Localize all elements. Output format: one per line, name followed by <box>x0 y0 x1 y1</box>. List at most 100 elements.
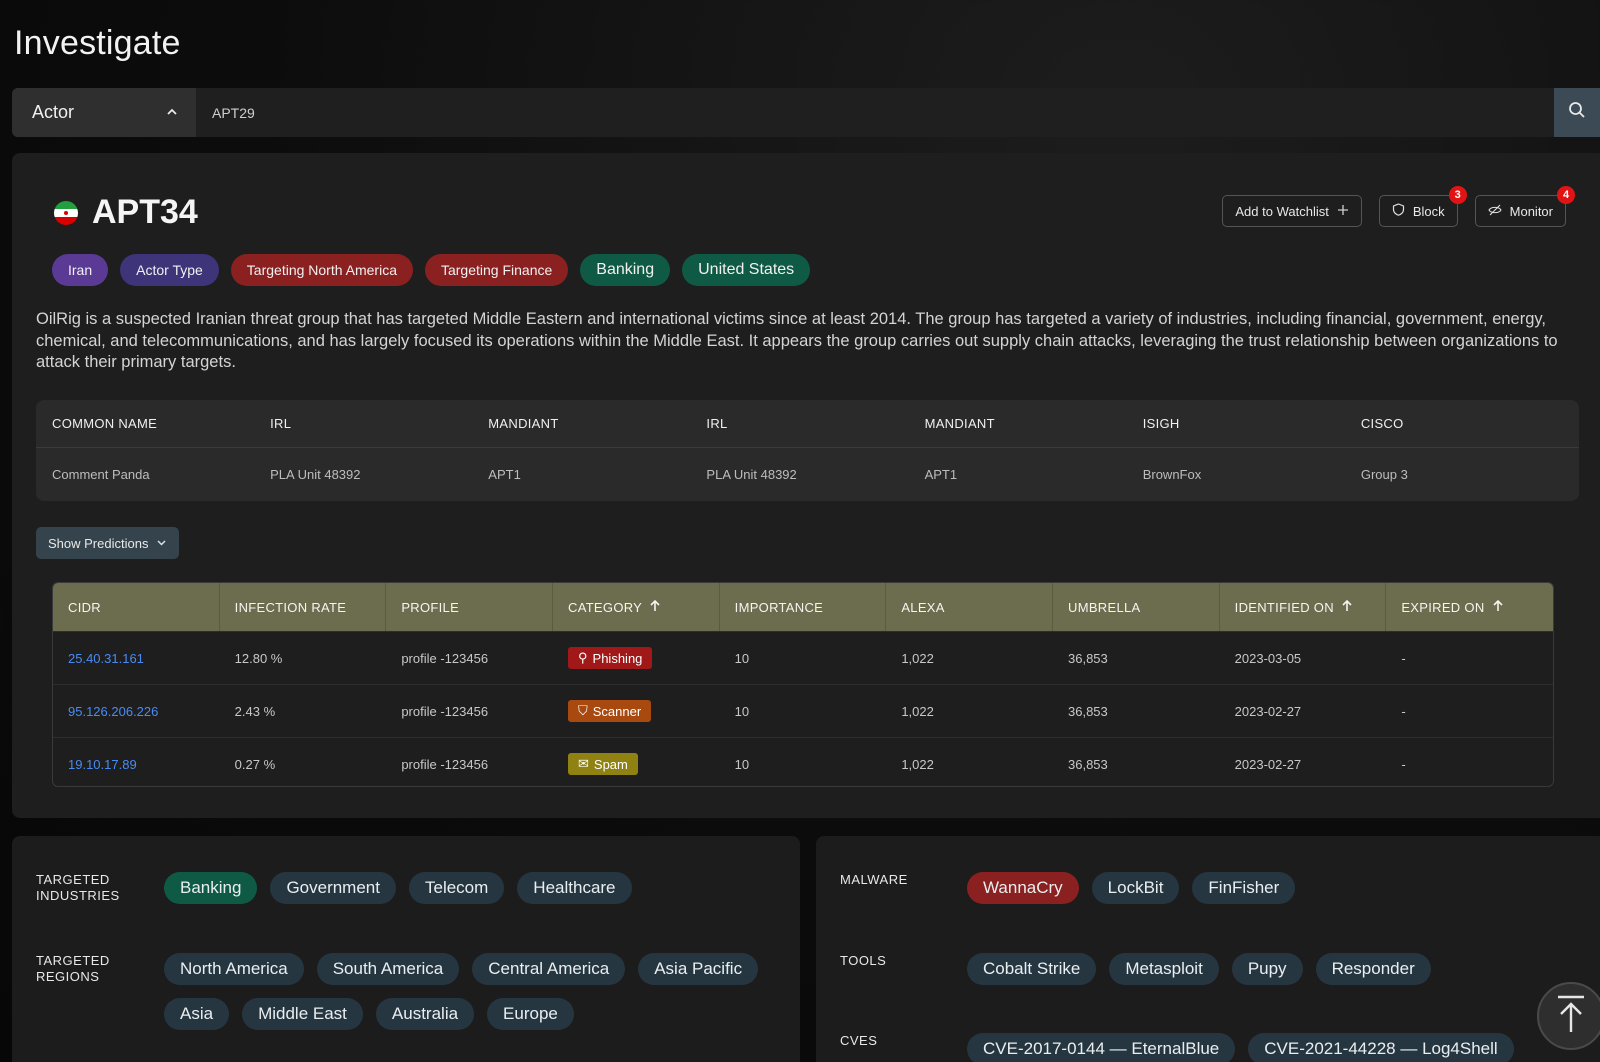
malware-pill[interactable]: LockBit <box>1091 872 1180 904</box>
actor-header: APT34 <box>54 193 198 232</box>
shield-icon <box>1392 203 1405 219</box>
tag-targeting-region[interactable]: Targeting North America <box>230 254 413 286</box>
targets-panel: TARGETED INDUSTRIES Banking Government T… <box>12 836 800 1062</box>
industry-pill[interactable]: Healthcare <box>517 872 632 904</box>
alias-value: APT1 <box>488 466 521 482</box>
malware-pill[interactable]: FinFisher <box>1192 872 1296 904</box>
industry-pill[interactable]: Telecom <box>408 872 505 904</box>
hook-icon: ⚲ <box>578 650 588 665</box>
expired-on-cell: - <box>1401 650 1406 666</box>
table-row[interactable]: 25.40.31.161 12.80 % profile -123456 ⚲ P… <box>53 631 1553 684</box>
actor-actions: Add to Watchlist Block 3 Monitor 4 <box>1222 186 1575 227</box>
aliases-table: COMMON NAME IRL MANDIANT IRL MANDIANT IS… <box>36 400 1579 501</box>
show-predictions-label: Show Predictions <box>48 535 149 551</box>
column-header-category[interactable]: CATEGORY <box>553 583 720 631</box>
alias-header: COMMON NAME <box>52 416 158 431</box>
page-title: Investigate <box>14 24 181 62</box>
column-header-alexa[interactable]: ALEXA <box>886 583 1053 631</box>
cve-pill[interactable]: CVE-2017-0144 — EternalBlue <box>967 1033 1236 1062</box>
alias-header: MANDIANT <box>488 416 559 431</box>
expired-on-cell: - <box>1401 756 1406 772</box>
tool-pill[interactable]: Metasploit <box>1109 953 1219 985</box>
alias-header: IRL <box>706 416 728 431</box>
importance-cell: 10 <box>734 703 750 719</box>
monitor-button[interactable]: Monitor 4 <box>1474 186 1575 227</box>
iran-flag-icon <box>54 200 78 225</box>
infection-rate-cell: 0.27 % <box>234 756 276 772</box>
identified-on-cell: 2023-02-27 <box>1234 703 1302 719</box>
tag-actor-type[interactable]: Actor Type <box>120 254 219 286</box>
sort-arrow-up-icon <box>650 599 660 615</box>
region-pill[interactable]: Australia <box>375 998 475 1030</box>
shield-icon: ⛉ <box>578 703 588 718</box>
targeted-regions-list: North America South America Central Amer… <box>164 953 784 1030</box>
search-button[interactable] <box>1554 88 1600 137</box>
column-header-umbrella[interactable]: UMBRELLA <box>1053 583 1220 631</box>
region-pill[interactable]: Central America <box>472 953 626 985</box>
add-to-watchlist-button[interactable]: Add to Watchlist <box>1222 195 1362 227</box>
category-badge-spam: ✉ Spam <box>568 753 638 775</box>
column-header-importance[interactable]: IMPORTANCE <box>720 583 887 631</box>
search-type-label: Actor <box>32 102 75 122</box>
cidr-link[interactable]: 25.40.31.161 <box>53 651 220 666</box>
profile-cell: profile -123456 <box>401 650 489 666</box>
block-count-badge: 3 <box>1448 186 1467 204</box>
tag-targeting-sector[interactable]: Targeting Finance <box>424 254 569 286</box>
column-header-infection-rate[interactable]: INFECTION RATE <box>220 583 387 631</box>
search-input[interactable] <box>196 88 1554 137</box>
region-pill[interactable]: North America <box>164 953 304 985</box>
column-header-identified-on[interactable]: IDENTIFIED ON <box>1220 583 1387 631</box>
region-pill[interactable]: Asia Pacific <box>638 953 759 985</box>
chevron-up-icon <box>166 102 178 123</box>
expired-on-cell: - <box>1401 703 1406 719</box>
block-button[interactable]: Block 3 <box>1378 186 1467 227</box>
category-badge-phishing: ⚲ Phishing <box>568 647 653 669</box>
table-row[interactable]: 95.126.206.226 2.43 % profile -123456 ⛉ … <box>53 684 1553 737</box>
category-cell: ⚲ Phishing <box>553 647 720 669</box>
malware-list: WannaCry LockBit FinFisher <box>967 872 1587 904</box>
region-pill[interactable]: Asia <box>164 998 230 1030</box>
actor-tags: Iran Actor Type Targeting North America … <box>52 254 811 286</box>
scroll-to-top-button[interactable] <box>1537 982 1600 1050</box>
mail-icon: ✉ <box>578 756 589 771</box>
alexa-cell: 1,022 <box>901 756 934 772</box>
column-header-expired-on[interactable]: EXPIRED ON <box>1386 583 1553 631</box>
arrow-up-to-top-icon <box>1555 994 1587 1039</box>
tag-country[interactable]: Iran <box>52 254 109 286</box>
cve-pill[interactable]: CVE-2021-44228 — Log4Shell <box>1248 1033 1514 1062</box>
show-predictions-button[interactable]: Show Predictions <box>36 527 180 559</box>
search-type-select[interactable]: Actor <box>12 88 196 137</box>
aliases-value-row: Comment Panda PLA Unit 48392 APT1 PLA Un… <box>36 448 1579 500</box>
region-pill[interactable]: Europe <box>487 998 574 1030</box>
tool-pill[interactable]: Responder <box>1315 953 1431 985</box>
block-label: Block <box>1412 203 1445 219</box>
indicators-table: CIDR INFECTION RATE PROFILE CATEGORY IMP… <box>52 582 1554 787</box>
identified-on-cell: 2023-02-27 <box>1234 756 1302 772</box>
eye-off-icon <box>1488 204 1502 219</box>
alias-value: PLA Unit 48392 <box>706 466 797 482</box>
targeted-industries-list: Banking Government Telecom Healthcare <box>164 872 784 904</box>
region-pill[interactable]: Middle East <box>242 998 363 1030</box>
table-row[interactable]: 19.10.17.89 0.27 % profile -123456 ✉ Spa… <box>53 737 1553 786</box>
cidr-link[interactable]: 95.126.206.226 <box>53 704 220 719</box>
category-cell: ⛉ Scanner <box>553 700 720 722</box>
industry-pill[interactable]: Government <box>270 872 396 904</box>
malware-pill[interactable]: WannaCry <box>967 872 1079 904</box>
indicators-header-row: CIDR INFECTION RATE PROFILE CATEGORY IMP… <box>53 583 1553 631</box>
region-pill[interactable]: South America <box>316 953 460 985</box>
column-header-cidr[interactable]: CIDR <box>53 583 220 631</box>
sort-arrow-up-icon <box>1342 599 1352 615</box>
aliases-header-row: COMMON NAME IRL MANDIANT IRL MANDIANT IS… <box>36 400 1579 448</box>
alias-header: MANDIANT <box>924 416 995 431</box>
chevron-down-icon <box>156 536 167 551</box>
profile-cell: profile -123456 <box>401 703 489 719</box>
tool-pill[interactable]: Pupy <box>1231 953 1303 985</box>
tool-pill[interactable]: Cobalt Strike <box>967 953 1097 985</box>
tag-industry[interactable]: Banking <box>580 254 671 286</box>
category-cell: ✉ Spam <box>553 753 720 775</box>
tag-location[interactable]: United States <box>682 254 811 286</box>
identified-on-cell: 2023-03-05 <box>1234 650 1302 666</box>
industry-pill[interactable]: Banking <box>164 872 258 904</box>
cidr-link[interactable]: 19.10.17.89 <box>53 757 220 772</box>
column-header-profile[interactable]: PROFILE <box>386 583 553 631</box>
